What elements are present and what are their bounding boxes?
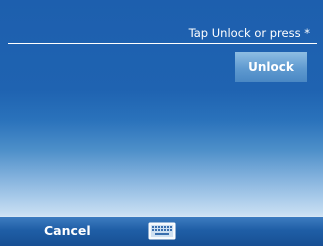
softkey-bar: Cancel [0,216,323,246]
cancel-softkey[interactable]: Cancel [44,223,91,239]
unlock-button[interactable]: Unlock [235,52,307,82]
hint-divider [8,43,317,44]
keyboard-button[interactable] [148,221,176,241]
lock-screen: Tap Unlock or press * Unlock Cancel [0,0,323,246]
keyboard-icon [148,222,176,240]
unlock-hint-text: Tap Unlock or press * [188,26,310,40]
